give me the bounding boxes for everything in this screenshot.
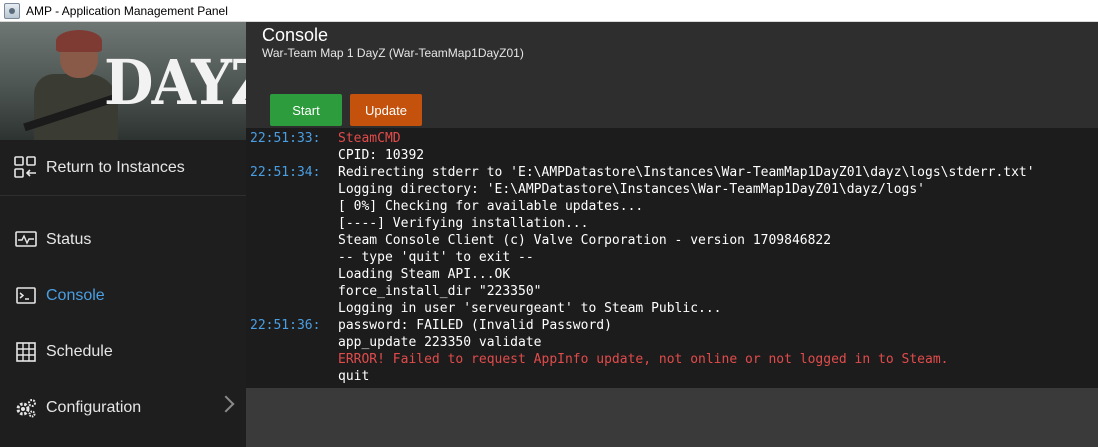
console-timestamp xyxy=(246,232,338,249)
sidebar-item-console[interactable]: Console xyxy=(0,271,246,321)
console-message: Redirecting stderr to 'E:\AMPDatastore\I… xyxy=(338,165,1035,180)
console-line: 22:51:34: Redirecting stderr to 'E:\AMPDa… xyxy=(246,164,1098,181)
monitor-pulse-icon xyxy=(14,228,38,252)
return-to-instances-label: Return to Instances xyxy=(46,158,185,176)
console-timestamp xyxy=(246,147,338,164)
console-message: Steam Console Client (c) Valve Corporati… xyxy=(338,233,832,248)
console-line: force_install_dir "223350" xyxy=(246,283,1098,300)
gears-icon xyxy=(14,396,38,420)
console-timestamp xyxy=(246,283,338,300)
console-timestamp: 22:51:36: xyxy=(250,318,321,333)
banner-figure-hat xyxy=(56,30,102,52)
console-message: [ 0%] Checking for available updates... xyxy=(338,199,644,214)
console-message: password: FAILED (Invalid Password) xyxy=(338,318,612,333)
dayz-logo: DAYZ xyxy=(104,46,246,119)
console-error-message: ERROR! Failed to request AppInfo update,… xyxy=(338,352,949,367)
console-timestamp: 22:51:34: xyxy=(250,165,321,180)
console-line: CPID: 10392 xyxy=(246,147,1098,164)
window-titlebar: AMP - Application Management Panel xyxy=(0,0,1098,22)
console-message: Loading Steam API...OK xyxy=(338,267,511,282)
console-timestamp xyxy=(246,300,338,317)
console-line: quit xyxy=(246,368,1098,385)
game-banner-image: DAYZ xyxy=(0,22,246,140)
console-timestamp xyxy=(246,351,338,368)
console-line: Steam Console Client (c) Valve Corporati… xyxy=(246,232,1098,249)
page-title: Console xyxy=(262,25,329,45)
console-message: Logging in user 'serveurgeant' to Steam … xyxy=(338,301,722,316)
console-line: 22:51:36: password: FAILED (Invalid Passw… xyxy=(246,317,1098,334)
console-timestamp xyxy=(246,334,338,351)
instance-name: War-Team Map 1 DayZ (War-TeamMap1DayZ01) xyxy=(262,46,524,60)
console-message: Logging directory: 'E:\AMPDatastore\Inst… xyxy=(338,182,925,197)
console-message: force_install_dir "223350" xyxy=(338,284,542,299)
console-timestamp xyxy=(246,249,338,266)
console-line: 22:51:33: SteamCMD xyxy=(246,130,1098,147)
console-timestamp xyxy=(246,198,338,215)
page-header: Console War-Team Map 1 DayZ (War-TeamMap… xyxy=(246,22,1098,128)
return-instances-icon xyxy=(14,155,38,180)
console-line: app_update 223350 validate xyxy=(246,334,1098,351)
console-message: app_update 223350 validate xyxy=(338,335,542,350)
sidebar-item-label: Status xyxy=(46,231,92,248)
console-input-area[interactable] xyxy=(246,388,1098,447)
sidebar-item-status[interactable]: Status xyxy=(0,215,246,265)
sidebar-item-label: Configuration xyxy=(46,399,142,416)
console-timestamp xyxy=(246,266,338,283)
sidebar-item-configuration[interactable]: Configuration xyxy=(0,383,246,433)
console-line: Loading Steam API...OK xyxy=(246,266,1098,283)
console-line: Logging in user 'serveurgeant' to Steam … xyxy=(246,300,1098,317)
console-timestamp xyxy=(246,368,338,385)
console-line: Logging directory: 'E:\AMPDatastore\Inst… xyxy=(246,181,1098,198)
console-line: ERROR! Failed to request AppInfo update,… xyxy=(246,351,1098,368)
console-timestamp: 22:51:33: xyxy=(250,131,321,146)
console-error-message: SteamCMD xyxy=(338,131,401,146)
console-output[interactable]: 22:51:33: SteamCMD CPID: 10392 22:51:34: Red… xyxy=(246,128,1098,388)
amp-app-icon xyxy=(4,2,20,19)
console-message: quit xyxy=(338,369,370,384)
console-line: [ 0%] Checking for available updates... xyxy=(246,198,1098,215)
console-timestamp xyxy=(246,181,338,198)
console-line: [----] Verifying installation... xyxy=(246,215,1098,232)
terminal-icon xyxy=(14,284,38,308)
console-message: -- type 'quit' to exit -- xyxy=(338,250,534,265)
sidebar-item-label: Console xyxy=(46,287,105,304)
update-button[interactable]: Update xyxy=(350,94,422,126)
console-message: CPID: 10392 xyxy=(338,148,425,163)
sidebar-item-label: Schedule xyxy=(46,343,113,360)
console-message: [----] Verifying installation... xyxy=(338,216,589,231)
chevron-right-icon xyxy=(217,395,235,413)
start-button[interactable]: Start xyxy=(270,94,342,126)
sidebar: DAYZ Return to Instances Status xyxy=(0,22,246,447)
window-title: AMP - Application Management Panel xyxy=(26,3,228,18)
console-line: -- type 'quit' to exit -- xyxy=(246,249,1098,266)
main-panel: Console War-Team Map 1 DayZ (War-TeamMap… xyxy=(246,22,1098,447)
return-to-instances-button[interactable]: Return to Instances xyxy=(0,140,246,196)
calendar-grid-icon xyxy=(14,340,38,364)
console-timestamp xyxy=(246,215,338,232)
sidebar-item-schedule[interactable]: Schedule xyxy=(0,327,246,377)
